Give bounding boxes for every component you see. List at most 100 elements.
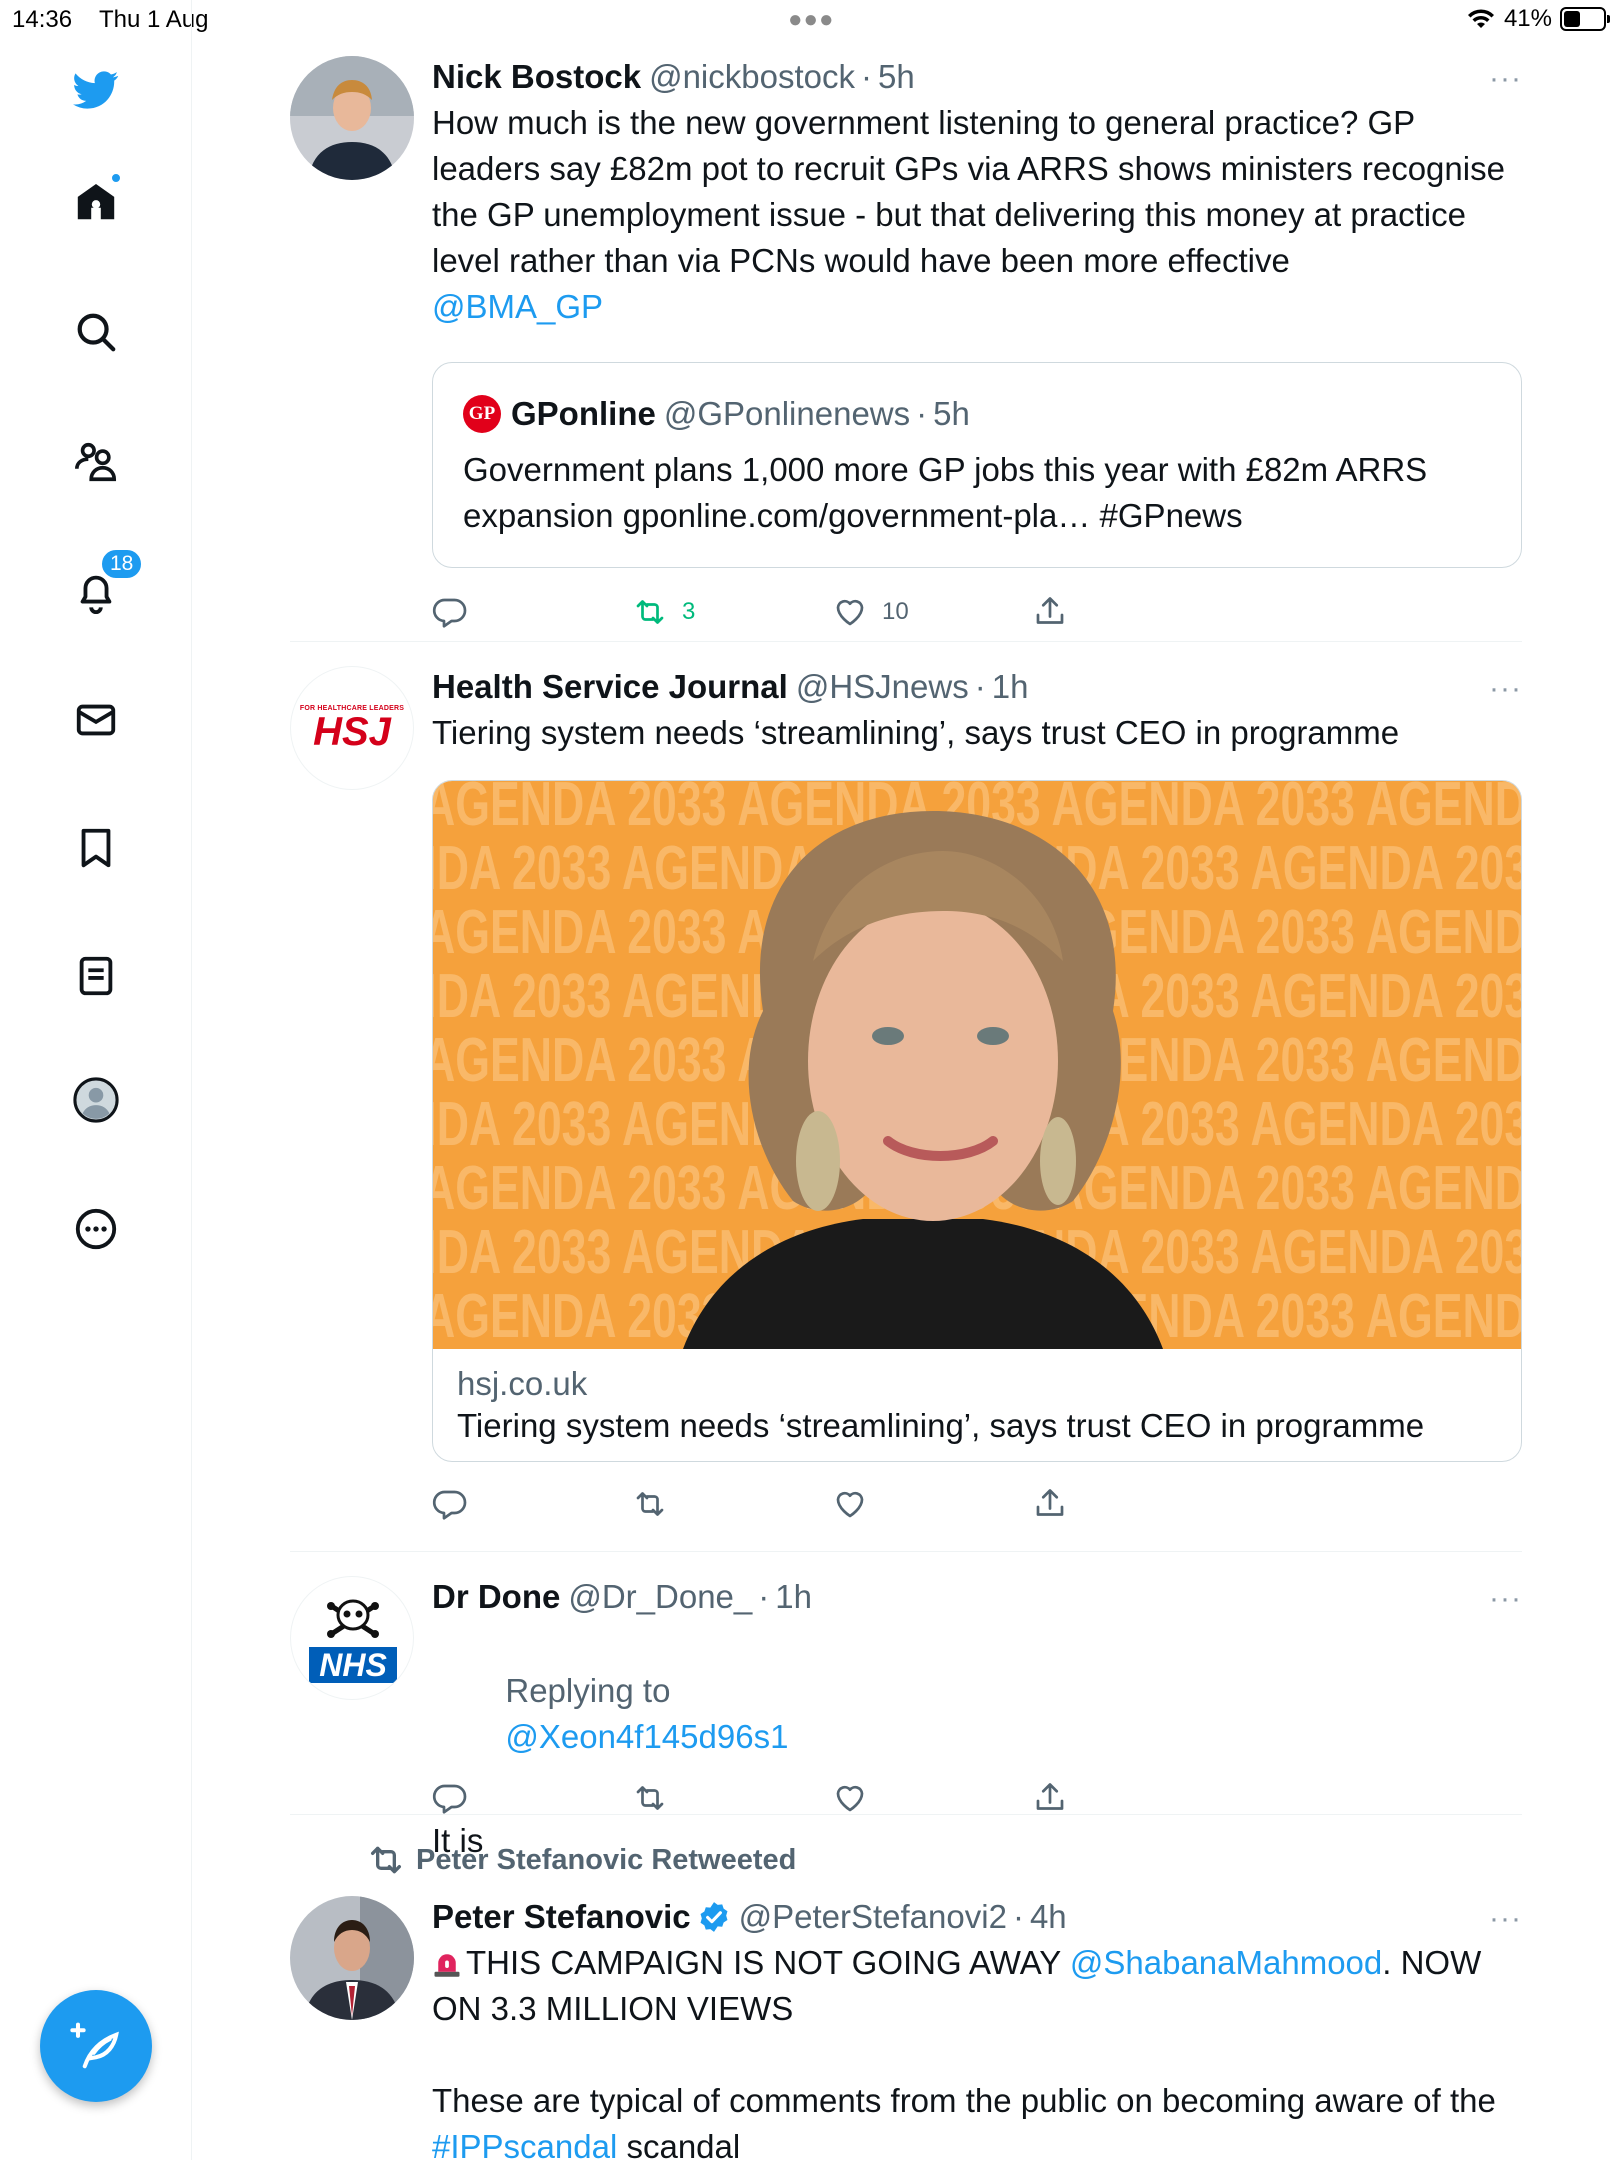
author-name[interactable]: Dr Done	[432, 1576, 560, 1618]
quoted-tweet[interactable]: GP GPonline @GPonlinenews · 5h Governmen…	[432, 362, 1522, 568]
twitter-logo-icon[interactable]	[70, 64, 122, 116]
tweet[interactable]: NHS Dr Done @Dr_Done_ · 1h ··· Replying …	[290, 1576, 1522, 1859]
notifications-badge: 18	[100, 548, 144, 580]
compose-icon	[70, 2022, 119, 2069]
card-domain: hsj.co.uk	[457, 1365, 588, 1402]
quote-timestamp: 5h	[933, 395, 970, 432]
home-unread-dot	[110, 172, 122, 184]
author-name[interactable]: Nick Bostock	[432, 56, 641, 98]
wifi-icon	[1467, 9, 1494, 28]
tweet-actions	[432, 1486, 1232, 1530]
portrait-image	[683, 811, 1163, 1349]
tweet-text-body: How much is the new government listening…	[432, 104, 1515, 279]
separator: ·	[916, 395, 928, 432]
reply-icon	[432, 598, 467, 628]
tweet-text-second-paragraph: These are typical of comments from the p…	[432, 2078, 1522, 2160]
timestamp[interactable]: 4h	[1030, 1896, 1067, 1938]
share-icon	[1036, 1783, 1064, 1810]
retweeted-by-label[interactable]: Peter Stefanovic Retweeted	[416, 1840, 796, 1880]
share-button[interactable]	[1032, 594, 1068, 630]
tweet-divider	[290, 1814, 1522, 1815]
tweet-actions	[432, 1780, 1232, 1824]
tweet-text: Tiering system needs ‘streamlining’, say…	[432, 714, 1400, 751]
gponline-logo: GP	[463, 395, 501, 433]
avatar[interactable]	[290, 56, 414, 180]
share-button[interactable]	[1032, 1486, 1068, 1522]
author-handle[interactable]: @PeterStefanovi2	[739, 1896, 1007, 1938]
like-button[interactable]: 10	[832, 594, 909, 630]
tweet-header: Health Service Journal @HSJnews · 1h	[432, 666, 1522, 708]
bookmark-icon[interactable]	[70, 822, 122, 874]
link-card[interactable]: AGENDA 2033 AGENDA 2033 AGENDA 2033 AGEN…	[432, 780, 1522, 1462]
mention-link[interactable]: @BMA_GP	[432, 288, 603, 325]
avatar[interactable]: FOR HEALTHCARE LEADERS HSJ	[290, 666, 414, 790]
author-handle[interactable]: @Dr_Done_	[568, 1576, 752, 1618]
hashtag-link[interactable]: #IPPscandal	[432, 2128, 617, 2160]
like-count: 10	[882, 598, 909, 625]
like-button[interactable]	[832, 1780, 868, 1816]
reply-button[interactable]	[432, 1486, 468, 1522]
retweet-button[interactable]	[632, 1780, 668, 1816]
avatar[interactable]: NHS	[290, 1576, 414, 1700]
separator: ·	[974, 668, 986, 705]
hsj-logo: HSJ	[313, 709, 391, 754]
author-name[interactable]: Peter Stefanovic	[432, 1896, 691, 1938]
author-handle[interactable]: @HSJnews	[796, 666, 969, 708]
battery-icon	[1560, 7, 1610, 31]
author-handle[interactable]: @nickbostock	[649, 56, 855, 98]
card-image: AGENDA 2033 AGENDA 2033 AGENDA 2033 AGEN…	[433, 781, 1521, 1349]
retweet-count: 3	[682, 598, 696, 625]
sidebar: 18	[0, 0, 192, 2160]
quote-author-name: GPonline	[511, 395, 656, 432]
replying-to-label: Replying to	[505, 1672, 671, 1709]
retweet-button[interactable]: 3	[632, 594, 695, 630]
status-bar: 14:36 Thu 1 Aug ●●● 41%	[0, 0, 1620, 40]
search-icon[interactable]	[70, 306, 122, 358]
replying-to-handle[interactable]: @Xeon4f145d96s1	[505, 1718, 788, 1755]
separator: ·	[1012, 1898, 1024, 1935]
retweet-button[interactable]	[632, 1486, 668, 1522]
timestamp[interactable]: 1h	[992, 666, 1029, 708]
multitasking-dots-icon[interactable]: ●●●	[788, 6, 835, 34]
like-button[interactable]	[832, 1486, 868, 1522]
timestamp[interactable]: 1h	[775, 1576, 812, 1618]
mention-link[interactable]: @ShabanaMahmood	[1070, 1944, 1382, 1981]
retweet-icon	[636, 1786, 664, 1810]
reply-button[interactable]	[432, 1780, 468, 1816]
share-icon	[1036, 597, 1064, 624]
tweet-text-part: scandal	[626, 2128, 741, 2160]
more-options-icon[interactable]: ···	[1489, 1582, 1522, 1616]
avatar[interactable]	[290, 1896, 414, 2020]
heart-icon	[836, 599, 864, 626]
tweet-header: Dr Done @Dr_Done_ · 1h	[432, 1576, 1522, 1618]
retweet-icon	[371, 1846, 401, 1874]
share-button[interactable]	[1032, 1780, 1068, 1816]
author-name[interactable]: Health Service Journal	[432, 666, 788, 708]
people-icon[interactable]	[70, 436, 122, 488]
tweet-actions: 3 10	[432, 594, 1232, 638]
bell-icon[interactable]: 18	[70, 548, 144, 618]
replying-to: Replying to @Xeon4f145d96s1	[432, 1622, 1522, 1806]
tweet[interactable]: Nick Bostock @nickbostock · 5h ··· How m…	[290, 56, 1522, 646]
heart-icon	[836, 1785, 864, 1812]
tweet-header: Nick Bostock @nickbostock · 5h	[432, 56, 1522, 98]
timestamp[interactable]: 5h	[878, 56, 915, 98]
mail-icon[interactable]	[70, 694, 122, 746]
quote-author-handle: @GPonlinenews	[663, 395, 911, 432]
list-icon[interactable]	[70, 950, 122, 1002]
nhs-logo: NHS	[309, 1647, 397, 1683]
tweet[interactable]: Peter Stefanovic Retweeted Peter Stefano…	[290, 1840, 1522, 2160]
more-circle-icon[interactable]	[70, 1203, 122, 1255]
compose-tweet-button[interactable]	[40, 1990, 152, 2102]
tweet[interactable]: FOR HEALTHCARE LEADERS HSJ Health Servic…	[290, 666, 1522, 1560]
battery-fill	[1564, 11, 1580, 27]
more-options-icon[interactable]: ···	[1489, 1902, 1522, 1936]
tweet-text-part: THIS CAMPAIGN IS NOT GOING AWAY	[466, 1944, 1061, 1981]
profile-icon[interactable]	[70, 1074, 122, 1126]
home-icon[interactable]	[70, 172, 122, 228]
more-options-icon[interactable]: ···	[1489, 62, 1522, 96]
tweet-text: How much is the new government listening…	[432, 100, 1522, 330]
reply-button[interactable]	[432, 594, 468, 630]
heart-icon	[836, 1491, 864, 1518]
more-options-icon[interactable]: ···	[1489, 672, 1522, 706]
